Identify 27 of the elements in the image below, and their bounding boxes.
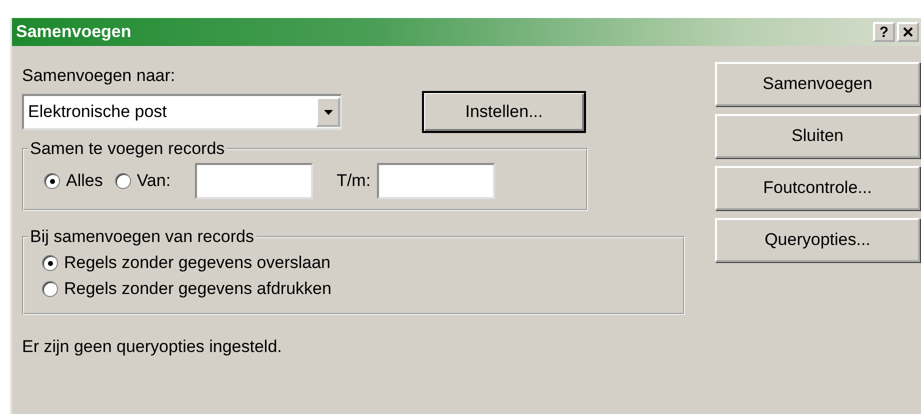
dropdown-button[interactable] xyxy=(316,97,340,127)
radio-label: Regels zonder gegevens overslaan xyxy=(64,253,331,273)
setup-button[interactable]: Instellen... xyxy=(422,91,586,133)
group-title: Samen te voegen records xyxy=(29,139,226,159)
caret-icon xyxy=(324,110,332,114)
from-field[interactable] xyxy=(194,163,313,199)
dialog-button[interactable]: Sluiten xyxy=(715,114,920,158)
dialog-button[interactable]: Foutcontrole... xyxy=(715,166,920,210)
help-button[interactable]: ? xyxy=(873,22,895,42)
radio-button[interactable] xyxy=(114,173,131,189)
dialog-button[interactable]: Queryopties... xyxy=(715,218,920,262)
close-icon xyxy=(903,27,913,37)
radio-button[interactable] xyxy=(42,255,58,271)
radio-button[interactable] xyxy=(44,173,60,189)
radio-label: Regels zonder gegevens afdrukken xyxy=(64,279,332,299)
status-text: Er zijn geen queryopties ingesteld. xyxy=(22,337,283,357)
field-label: Samenvoegen naar: xyxy=(22,66,176,86)
close-button[interactable] xyxy=(897,22,919,42)
radio-label: Van: xyxy=(136,171,171,191)
merge-to-dropdown[interactable]: Elektronische post xyxy=(22,94,342,130)
group-title: Bij samenvoegen van records xyxy=(29,227,255,247)
to-field[interactable] xyxy=(376,163,495,199)
window-title: Samenvoegen xyxy=(16,22,132,42)
field-label: T/m: xyxy=(336,171,371,191)
radio-button[interactable] xyxy=(42,281,58,297)
dialog-button[interactable]: Samenvoegen xyxy=(715,62,920,106)
radio-label: Alles xyxy=(66,171,103,191)
